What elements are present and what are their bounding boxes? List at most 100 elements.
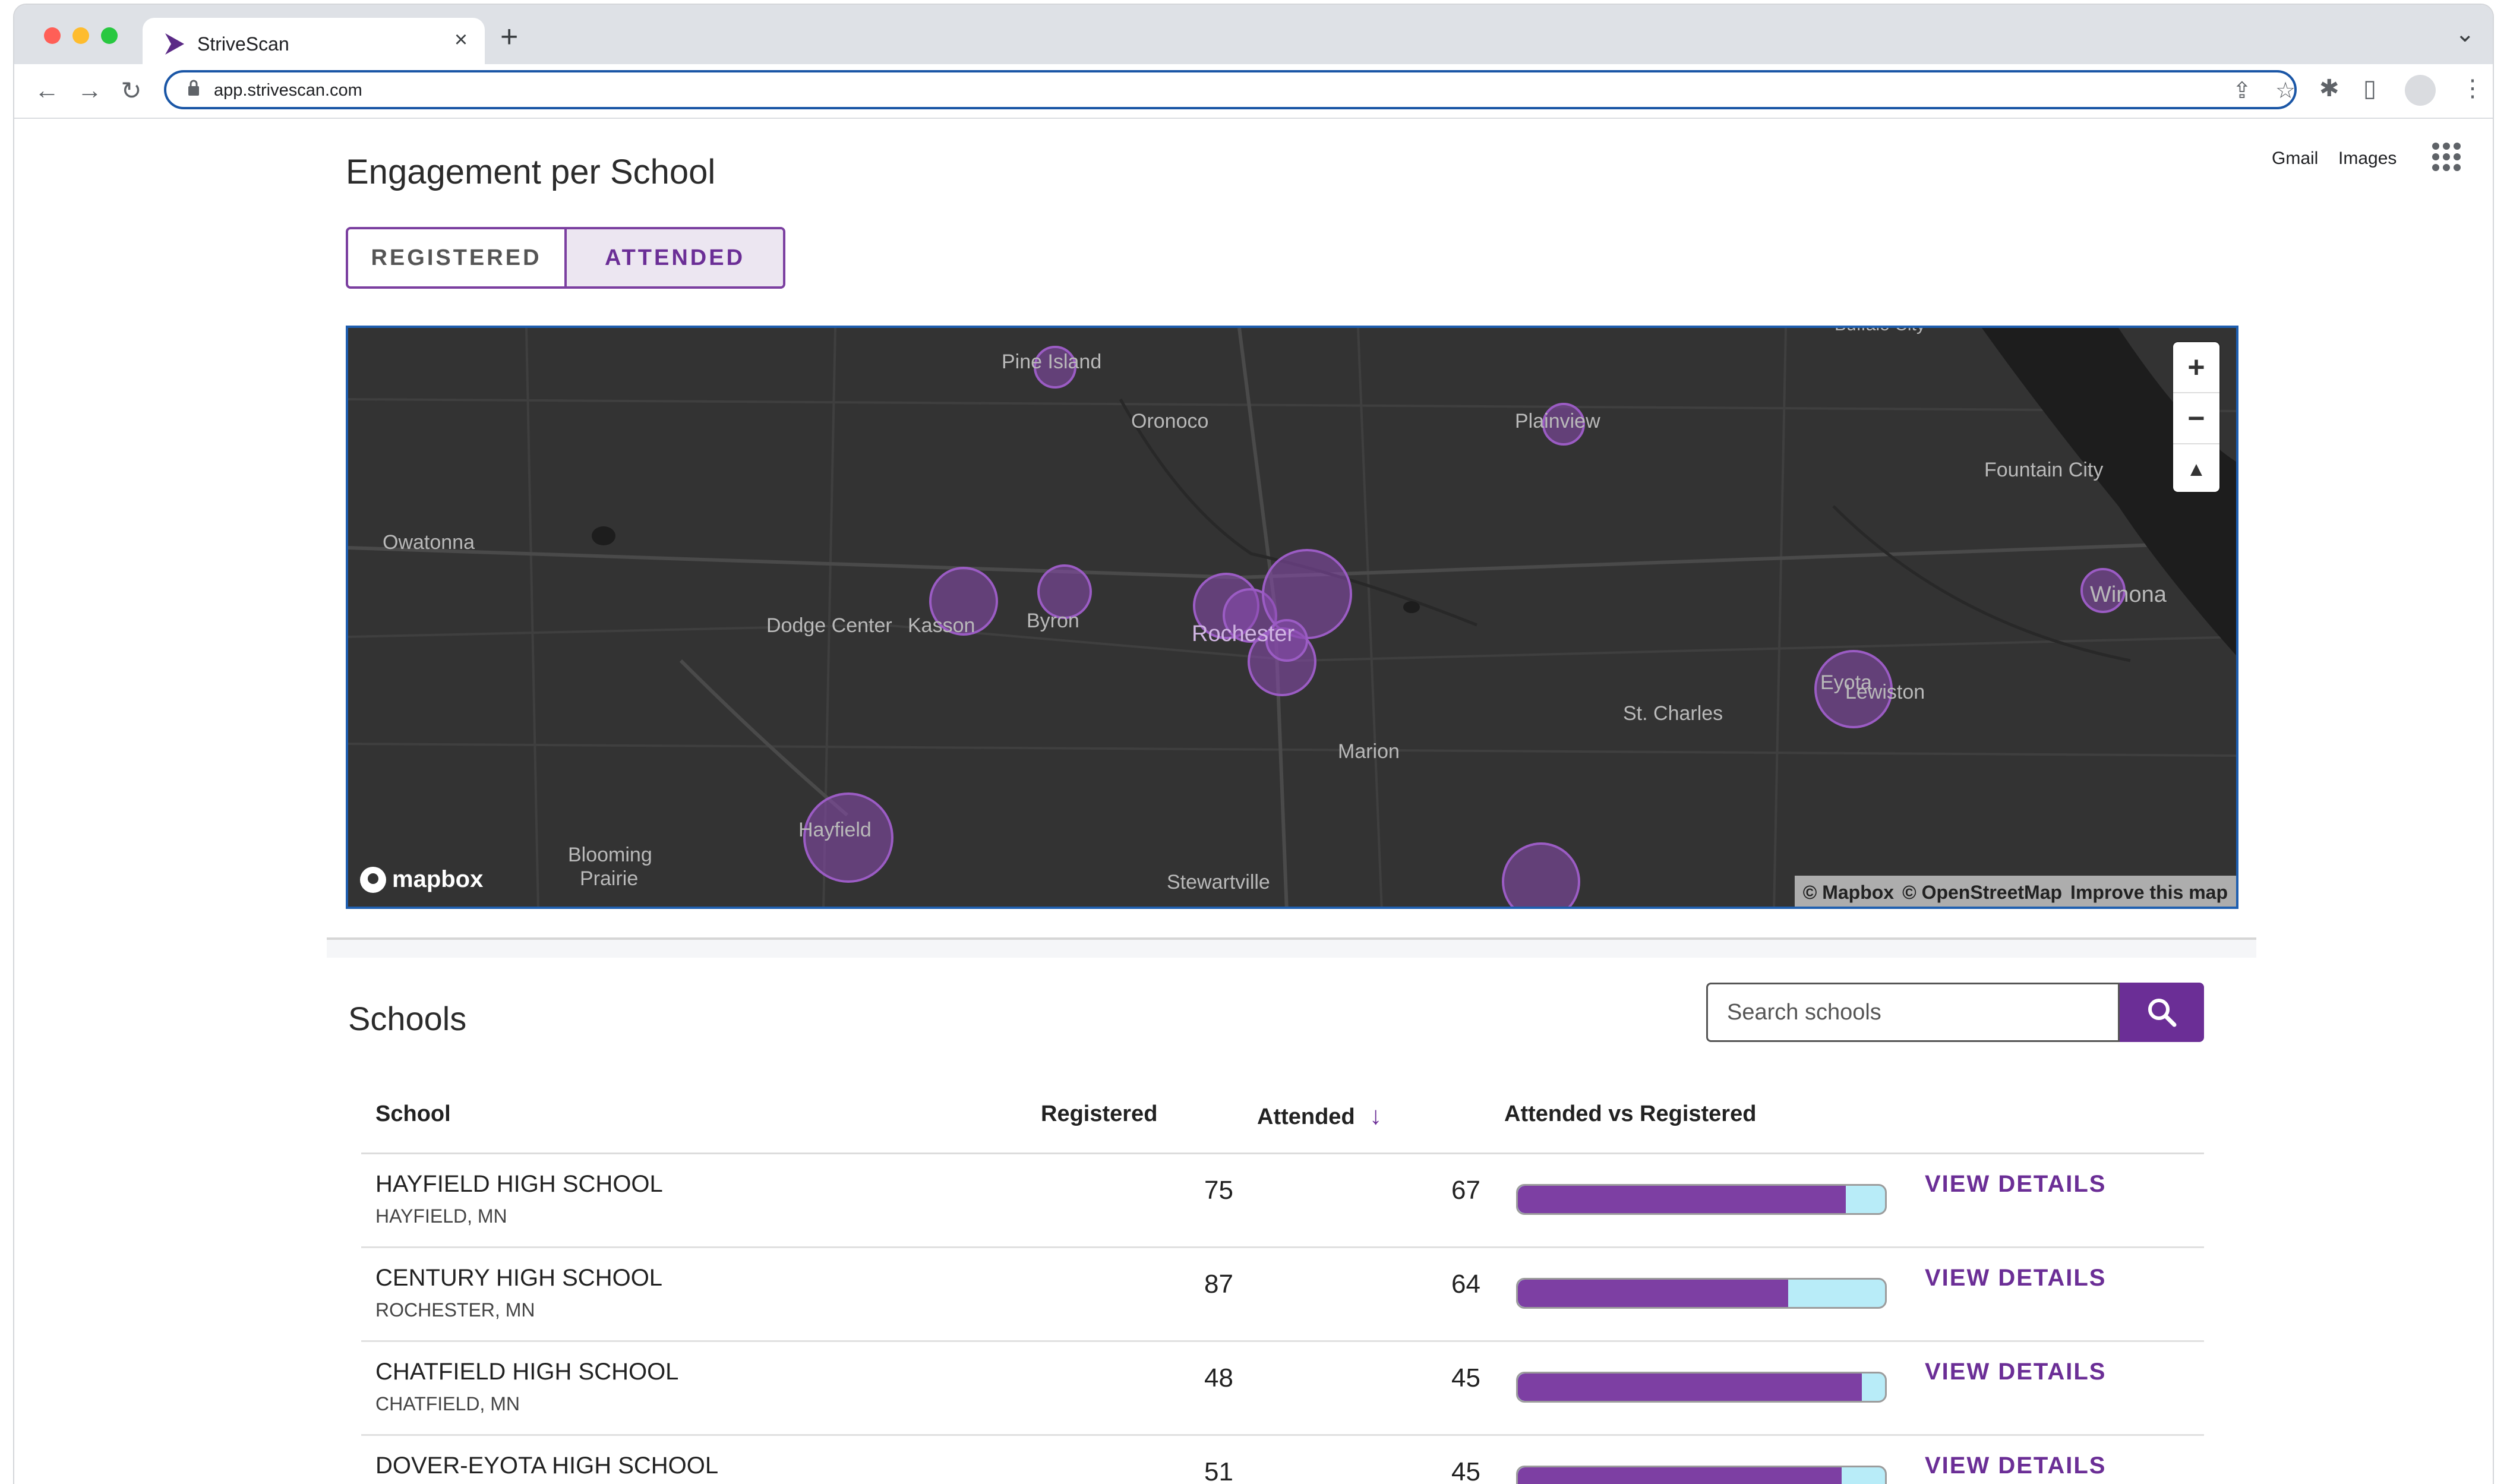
map-label-rochester: Rochester: [1192, 621, 1295, 646]
table-row: HAYFIELD HIGH SCHOOL HAYFIELD, MN 75 67 …: [361, 1154, 2204, 1248]
header-attended-vs-registered: Attended vs Registered: [1504, 1101, 1757, 1126]
minimize-window-button[interactable]: [72, 27, 89, 44]
metric-toggle: REGISTERED ATTENDED: [346, 227, 785, 289]
map-label-fountain-city: Fountain City: [1984, 459, 2104, 481]
school-name: HAYFIELD HIGH SCHOOL: [375, 1171, 663, 1197]
close-window-button[interactable]: [44, 27, 61, 44]
school-search-field: [1706, 983, 2120, 1042]
header-registered[interactable]: Registered: [1041, 1101, 1157, 1127]
attended-count: 45: [1451, 1363, 1480, 1393]
forward-icon[interactable]: →: [75, 76, 105, 105]
attendance-ratio-fill: [1518, 1467, 1842, 1484]
table-header: School Registered Attended ↓ Attended vs…: [361, 1087, 2204, 1154]
share-icon[interactable]: ⇪: [2233, 77, 2252, 104]
browser-window: StriveScan × + ⌄ ← → ↻ app.strivescan.co…: [14, 5, 2493, 1484]
view-details-button[interactable]: VIEW DETAILS: [1925, 1265, 2106, 1292]
browser-tab[interactable]: StriveScan ×: [143, 18, 485, 64]
attendance-ratio-bar: [1516, 1184, 1887, 1215]
map-label-pine-island: Pine Island: [1002, 351, 1102, 373]
toggle-attended[interactable]: ATTENDED: [564, 229, 783, 286]
attendance-ratio-fill: [1518, 1280, 1788, 1307]
view-details-button[interactable]: VIEW DETAILS: [1925, 1171, 2106, 1198]
table-row: DOVER-EYOTA HIGH SCHOOL 51 45 VIEW DETAI…: [361, 1436, 2204, 1484]
side-panel-icon[interactable]: ▯: [2363, 75, 2376, 102]
schools-section-title: Schools: [348, 1000, 467, 1037]
browser-menu-icon[interactable]: ⋮: [2461, 75, 2484, 102]
school-name: CENTURY HIGH SCHOOL: [375, 1265, 663, 1291]
apps-grid-icon[interactable]: [2432, 143, 2461, 171]
table-row: CENTURY HIGH SCHOOL ROCHESTER, MN 87 64 …: [361, 1248, 2204, 1342]
attendance-ratio-bar: [1516, 1466, 1887, 1484]
address-bar[interactable]: app.strivescan.com ⇪ ☆: [164, 70, 2297, 109]
compass-reset-button[interactable]: ▲: [2173, 444, 2219, 494]
map-label-buffalo-city: Buffalo City: [1835, 328, 1925, 335]
mapbox-logo[interactable]: mapbox: [360, 866, 483, 893]
zoom-in-button[interactable]: +: [2173, 342, 2219, 393]
search-button[interactable]: [2120, 983, 2204, 1042]
table-row: CHATFIELD HIGH SCHOOL CHATFIELD, MN 48 4…: [361, 1342, 2204, 1436]
registered-count: 51: [1204, 1457, 1233, 1484]
view-details-button[interactable]: VIEW DETAILS: [1925, 1359, 2106, 1385]
reload-icon[interactable]: ↻: [116, 76, 146, 105]
header-school[interactable]: School: [375, 1101, 451, 1127]
map-label-lewiston: Lewiston: [1845, 681, 1925, 703]
school-location: CHATFIELD, MN: [375, 1393, 520, 1414]
attendance-ratio-fill: [1518, 1374, 1862, 1401]
lock-icon: [188, 80, 199, 96]
registered-count: 48: [1204, 1363, 1233, 1393]
new-tab-button[interactable]: +: [500, 21, 518, 52]
section-divider-band: [327, 940, 2256, 958]
school-name: CHATFIELD HIGH SCHOOL: [375, 1359, 679, 1385]
map-label-kasson: Kasson: [908, 614, 975, 637]
schools-table: School Registered Attended ↓ Attended vs…: [361, 1087, 2204, 1484]
attended-count: 64: [1451, 1270, 1480, 1299]
page-title: Engagement per School: [346, 153, 716, 191]
map-label-stewartville: Stewartville: [1167, 871, 1270, 893]
map-label-owatonna: Owatonna: [383, 531, 475, 554]
table-body: HAYFIELD HIGH SCHOOL HAYFIELD, MN 75 67 …: [361, 1154, 2204, 1484]
attended-count: 67: [1451, 1176, 1480, 1205]
registered-count: 75: [1204, 1176, 1233, 1205]
mapbox-mark-icon: [360, 866, 386, 893]
map-label-plainview: Plainview: [1515, 410, 1600, 432]
tab-title: StriveScan: [197, 33, 289, 55]
images-link[interactable]: Images: [2338, 149, 2397, 169]
tab-list-icon[interactable]: ⌄: [2455, 20, 2475, 48]
attribution-mapbox-link[interactable]: © Mapbox: [1803, 882, 1894, 904]
profile-avatar[interactable]: [2405, 75, 2436, 106]
header-attended-label: Attended: [1257, 1104, 1355, 1129]
gmail-link[interactable]: Gmail: [2272, 149, 2318, 169]
toggle-registered[interactable]: REGISTERED: [348, 229, 564, 286]
registered-count: 87: [1204, 1270, 1233, 1299]
bookmark-star-icon[interactable]: ☆: [2275, 77, 2296, 104]
header-attended[interactable]: Attended ↓: [1257, 1101, 1382, 1130]
sort-down-icon: ↓: [1369, 1101, 1382, 1129]
tab-close-icon[interactable]: ×: [448, 27, 474, 53]
view-details-button[interactable]: VIEW DETAILS: [1925, 1453, 2106, 1479]
improve-map-link[interactable]: Improve this map: [2070, 882, 2228, 904]
mapbox-logo-text: mapbox: [392, 866, 484, 892]
zoom-out-button[interactable]: −: [2173, 393, 2219, 444]
school-location: HAYFIELD, MN: [375, 1205, 507, 1227]
back-icon[interactable]: ←: [32, 76, 62, 105]
map-label-winona: Winona: [2090, 582, 2167, 607]
attendance-ratio-bar: [1516, 1278, 1887, 1309]
attendance-ratio-fill: [1518, 1186, 1846, 1213]
url-text: app.strivescan.com: [214, 81, 362, 100]
page-content: Gmail Images Engagement per School REGIS…: [14, 119, 2493, 1484]
maximize-window-button[interactable]: [101, 27, 118, 44]
tab-strip: StriveScan × + ⌄: [14, 5, 2493, 64]
attended-count: 45: [1451, 1457, 1480, 1484]
map-zoom-control: + − ▲: [2173, 342, 2219, 492]
map-label-prairie: Prairie: [580, 867, 639, 890]
engagement-map[interactable]: Pine Island Oronoco Plainview Fountain C…: [346, 326, 2238, 909]
school-search-input[interactable]: [1708, 984, 2118, 1040]
extensions-icon[interactable]: ✱: [2319, 75, 2339, 102]
browser-toolbar: ← → ↻ app.strivescan.com ⇪ ☆ ✱ ▯ ⋮: [14, 64, 2493, 119]
map-label-oronoco: Oronoco: [1131, 410, 1209, 432]
map-base-layer: [348, 328, 2236, 907]
attribution-osm-link[interactable]: © OpenStreetMap: [1902, 882, 2062, 904]
map-attribution: © Mapbox © OpenStreetMap Improve this ma…: [1794, 876, 2236, 907]
strivescan-logo-icon: [165, 33, 184, 55]
attendance-ratio-bar: [1516, 1372, 1887, 1403]
